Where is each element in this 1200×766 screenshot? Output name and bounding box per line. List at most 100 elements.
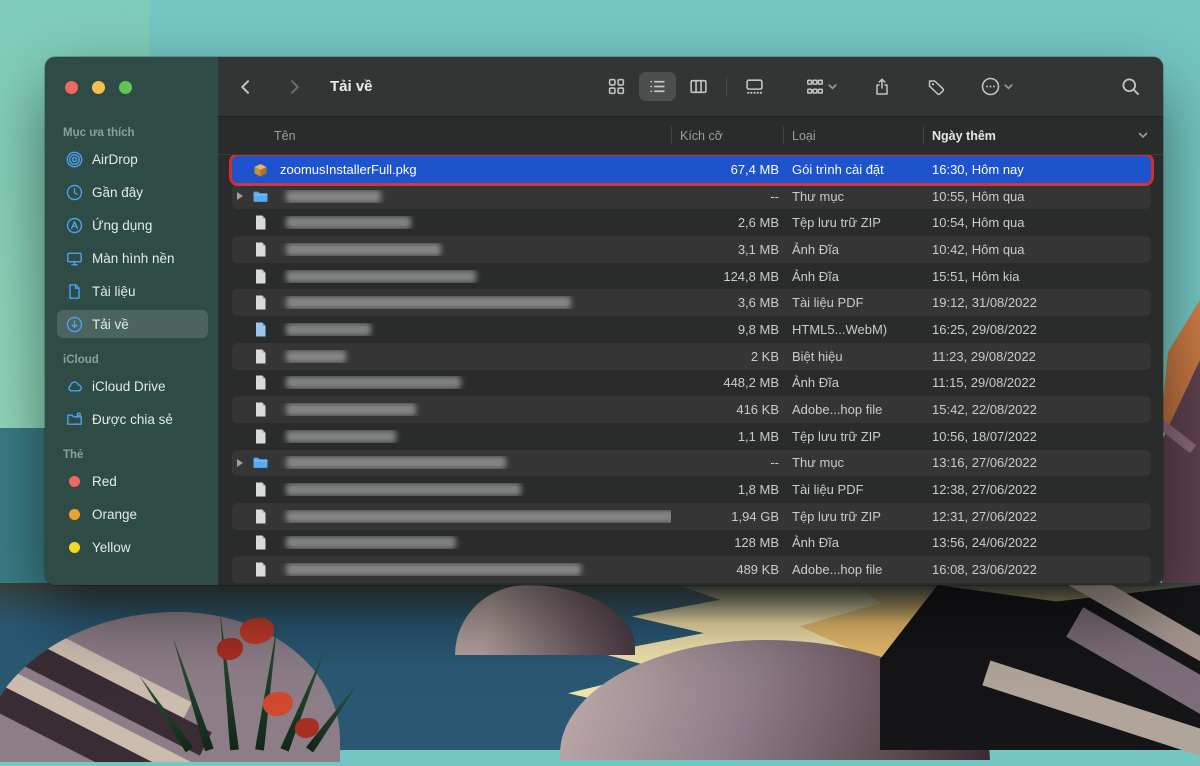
wallpaper-grass-dark (760, 710, 800, 750)
column-header-kind[interactable]: Loại (783, 129, 923, 143)
table-row[interactable]: 9,8 MBHTML5...WebM)16:25, 29/08/2022 (232, 316, 1151, 343)
file-size: 3,1 MB (671, 242, 783, 257)
date-added: 13:56, 24/06/2022 (923, 535, 1151, 550)
sidebar-item-màn-hình-nền[interactable]: Màn hình nền (57, 244, 208, 272)
folder-icon (252, 188, 269, 205)
sidebar-item-yellow[interactable]: Yellow (57, 533, 208, 561)
date-added: 12:38, 27/06/2022 (923, 482, 1151, 497)
file-name-redacted (274, 216, 671, 229)
chevron-down-icon (827, 81, 838, 92)
sidebar-item-orange[interactable]: Orange (57, 500, 208, 528)
file-kind: HTML5...WebM) (783, 322, 923, 337)
sidebar-section: iCloudiCloud DriveĐược chia sẻ (57, 350, 208, 433)
column-header-name[interactable]: Tên (274, 129, 671, 143)
column-view-button[interactable] (680, 72, 717, 101)
file-kind: Ảnh Đĩa (783, 375, 923, 390)
tag-button[interactable] (922, 73, 950, 101)
sidebar-item-gần-đây[interactable]: Gần đây (57, 178, 208, 206)
sidebar-item-red[interactable]: Red (57, 467, 208, 495)
appstore-icon (65, 216, 83, 234)
file-icon (252, 348, 269, 365)
sidebar-item-label: iCloud Drive (92, 379, 166, 394)
table-row[interactable]: 1,8 MBTài liệu PDF12:38, 27/06/2022 (232, 476, 1151, 503)
file-name: zoomusInstallerFull.pkg (274, 162, 671, 177)
sort-direction-icon[interactable] (1137, 129, 1149, 141)
file-name-redacted (274, 430, 671, 443)
sidebar-section-title: Mục ưa thích (57, 123, 208, 145)
file-size: 1,8 MB (671, 482, 783, 497)
column-divider[interactable] (923, 127, 924, 144)
table-row-selected[interactable]: zoomusInstallerFull.pkg67,4 MBGói trình … (232, 156, 1151, 183)
list-view-button[interactable] (639, 72, 676, 101)
date-added: 19:12, 31/08/2022 (923, 295, 1151, 310)
sidebar-item-label: Ứng dụng (92, 218, 152, 233)
table-row[interactable]: 489 KBAdobe...hop file16:08, 23/06/2022 (232, 556, 1151, 583)
table-row[interactable]: --Thư mục10:55, Hôm qua (232, 183, 1151, 210)
tag-dot-icon (65, 505, 83, 523)
share-button[interactable] (868, 73, 896, 101)
back-button[interactable] (232, 73, 260, 101)
table-row[interactable]: 128 MBẢnh Đĩa13:56, 24/06/2022 (232, 530, 1151, 557)
file-size: 448,2 MB (671, 375, 783, 390)
table-row[interactable]: 3,6 MBTài liệu PDF19:12, 31/08/2022 (232, 289, 1151, 316)
sidebar-item-icloud-drive[interactable]: iCloud Drive (57, 372, 208, 400)
column-divider[interactable] (783, 127, 784, 144)
file-size: 67,4 MB (671, 162, 783, 177)
sidebar-item-airdrop[interactable]: AirDrop (57, 145, 208, 173)
sidebar-item-tài-liệu[interactable]: Tài liệu (57, 277, 208, 305)
disclosure-triangle[interactable] (237, 459, 243, 467)
file-size: 128 MB (671, 535, 783, 550)
sidebar-section-title: Thẻ (57, 445, 208, 467)
column-divider[interactable] (671, 127, 672, 144)
file-name-redacted (274, 270, 671, 283)
wallpaper-grass (500, 650, 540, 690)
file-movie-icon (252, 321, 269, 338)
file-kind: Tài liệu PDF (783, 482, 923, 497)
tag-dot-icon (65, 538, 83, 556)
file-size: 2,6 MB (671, 215, 783, 230)
column-header-size[interactable]: Kích cỡ (671, 129, 783, 143)
group-by-button[interactable] (801, 73, 842, 101)
disclosure-triangle[interactable] (237, 192, 243, 200)
date-added: 15:51, Hôm kia (923, 269, 1151, 284)
file-icon (252, 241, 269, 258)
icon-view-button[interactable] (598, 72, 635, 101)
table-row[interactable]: 1,1 MBTệp lưu trữ ZIP10:56, 18/07/2022 (232, 423, 1151, 450)
table-row[interactable]: 448,2 MBẢnh Đĩa11:15, 29/08/2022 (232, 370, 1151, 397)
minimize-button[interactable] (92, 81, 105, 94)
sidebar-item-tải-về[interactable]: Tải về (57, 310, 208, 338)
forward-button[interactable] (280, 73, 308, 101)
gallery-view-button[interactable] (736, 72, 773, 101)
zoom-button[interactable] (119, 81, 132, 94)
table-row[interactable]: 1,94 GBTệp lưu trữ ZIP12:31, 27/06/2022 (232, 503, 1151, 530)
file-kind: Thư mục (783, 189, 923, 204)
file-kind: Tài liệu PDF (783, 295, 923, 310)
column-header-date-added[interactable]: Ngày thêm (923, 129, 1151, 143)
table-row[interactable]: 2 KBBiệt hiệu11:23, 29/08/2022 (232, 343, 1151, 370)
table-row[interactable]: 124,8 MBẢnh Đĩa15:51, Hôm kia (232, 263, 1151, 290)
file-icon (252, 508, 269, 525)
view-switcher (598, 72, 773, 101)
table-row[interactable]: 3,1 MBẢnh Đĩa10:42, Hôm qua (232, 236, 1151, 263)
document-icon (65, 282, 83, 300)
table-row[interactable]: --Thư mục13:16, 27/06/2022 (232, 450, 1151, 477)
date-added: 11:23, 29/08/2022 (923, 349, 1151, 364)
file-kind: Adobe...hop file (783, 562, 923, 577)
table-row[interactable]: 416 KBAdobe...hop file15:42, 22/08/2022 (232, 396, 1151, 423)
file-icon (252, 481, 269, 498)
wallpaper-grass-dark (880, 595, 920, 635)
sidebar-item-ứng-dụng[interactable]: Ứng dụng (57, 211, 208, 239)
close-button[interactable] (65, 81, 78, 94)
search-button[interactable] (1116, 72, 1145, 101)
file-name-redacted (274, 296, 671, 309)
date-added: 10:54, Hôm qua (923, 215, 1151, 230)
file-name-redacted (274, 403, 671, 416)
sidebar-item-được-chia-sẻ[interactable]: Được chia sẻ (57, 405, 208, 433)
file-icon (252, 374, 269, 391)
sidebar-item-label: Red (92, 474, 117, 489)
sidebar-item-label: Orange (92, 507, 137, 522)
cloud-icon (65, 377, 83, 395)
date-added: 16:30, Hôm nay (923, 162, 1151, 177)
table-row[interactable]: 2,6 MBTệp lưu trữ ZIP10:54, Hôm qua (232, 209, 1151, 236)
more-options-button[interactable] (976, 72, 1018, 101)
